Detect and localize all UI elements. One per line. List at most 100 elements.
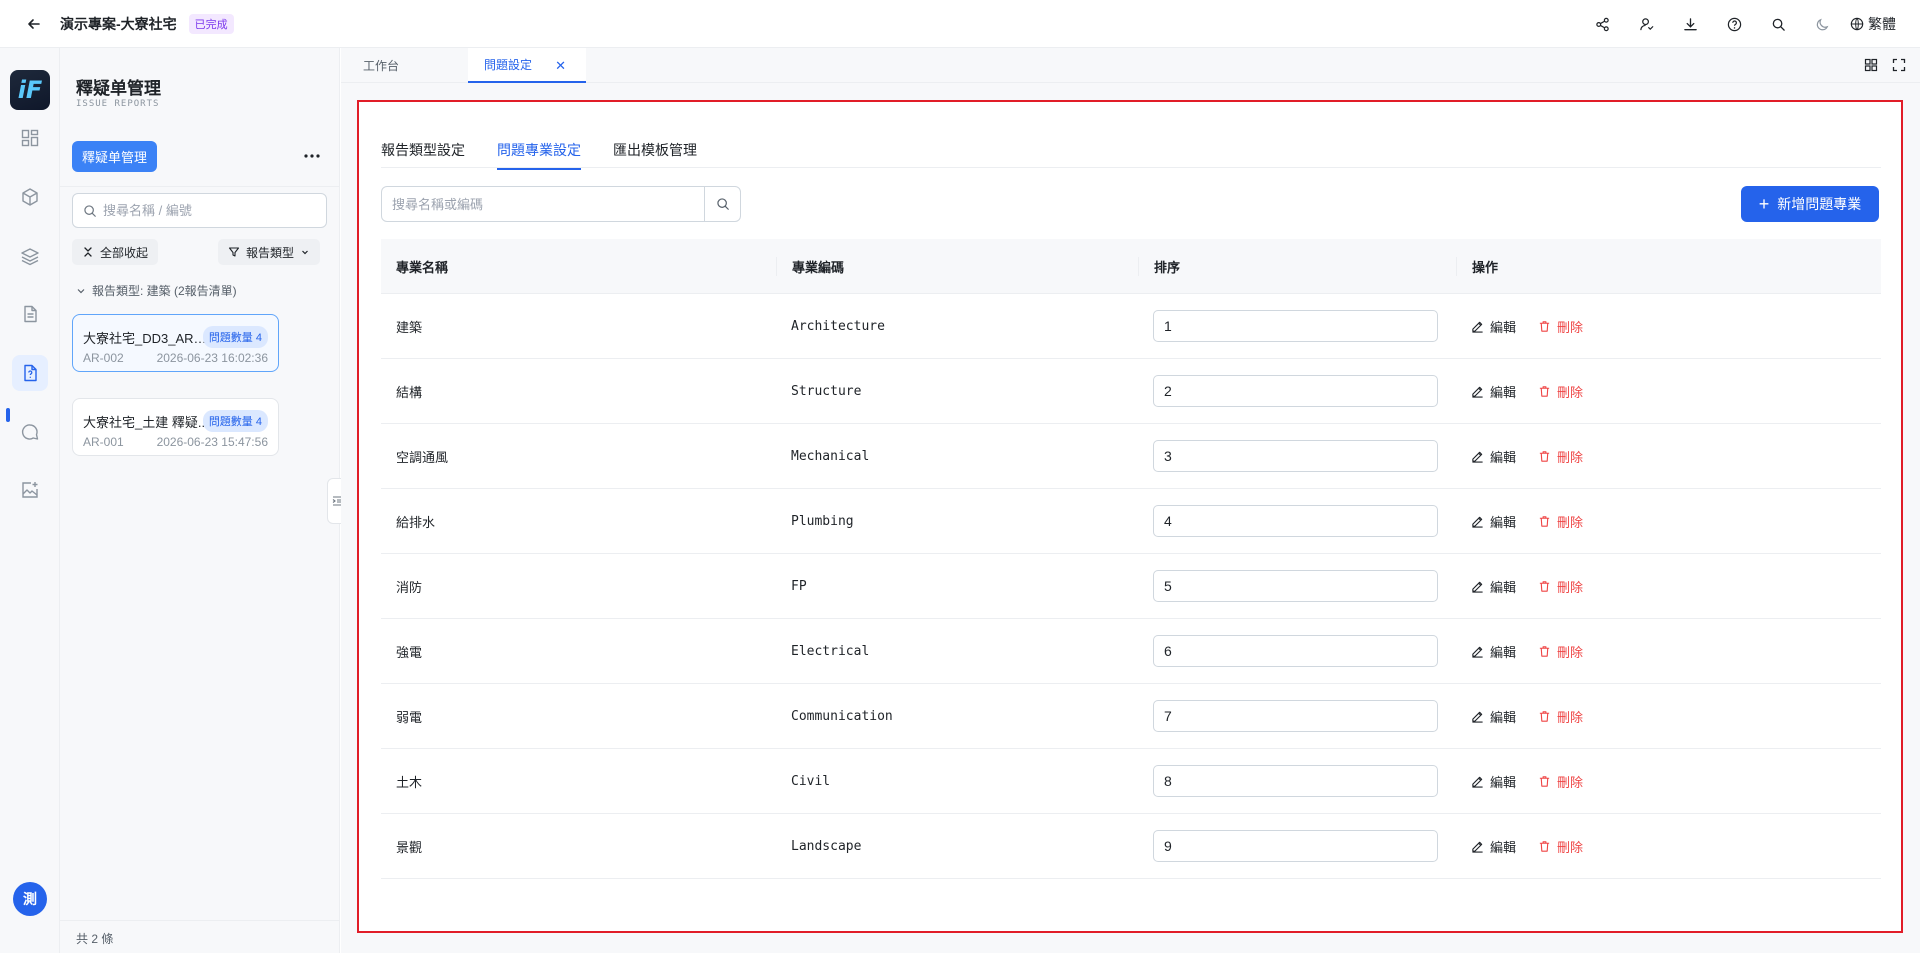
report-group-header[interactable]: 報告類型: 建築 (2報告清單) [76, 282, 237, 299]
sort-order-input[interactable] [1153, 570, 1438, 602]
sort-order-input[interactable] [1153, 440, 1438, 472]
report-card[interactable]: 大寮社宅_DD3_AR_E... 問題數量 4 AR-002 2026-06-2… [72, 314, 279, 372]
issue-report-icon[interactable] [12, 355, 48, 391]
delete-label: 刪除 [1557, 319, 1584, 335]
app-logo[interactable]: iF [10, 70, 50, 110]
delete-button[interactable]: 刪除 [1538, 772, 1583, 791]
tab-export-template[interactable]: 匯出模板管理 [613, 140, 697, 168]
sort-order-input[interactable] [1153, 700, 1438, 732]
help-icon[interactable] [1724, 14, 1744, 34]
edit-label: 編輯 [1490, 644, 1517, 660]
row-actions: 編輯 刪除 [1456, 707, 1881, 726]
search-icon [84, 204, 96, 217]
delete-button[interactable]: 刪除 [1538, 707, 1583, 726]
search-button[interactable] [704, 187, 740, 221]
sort-order-input[interactable] [1153, 765, 1438, 797]
row-actions: 編輯 刪除 [1456, 577, 1881, 596]
search-icon[interactable] [1768, 14, 1788, 34]
report-type-filter[interactable]: 報告類型 [218, 239, 321, 265]
delete-button[interactable]: 刪除 [1538, 512, 1583, 531]
edit-button[interactable]: 編輯 [1471, 577, 1516, 596]
edit-button[interactable]: 編輯 [1471, 642, 1516, 661]
model-cube-icon[interactable] [12, 179, 48, 215]
tab-issue-settings[interactable]: 問題設定 ✕ [468, 48, 586, 83]
add-discipline-button[interactable]: + 新增問題專業 [1741, 186, 1879, 222]
dashboard-icon[interactable] [12, 120, 48, 156]
split-view-icon[interactable] [1862, 56, 1880, 74]
tab-workbench[interactable]: 工作台 [341, 48, 468, 83]
back-arrow-icon[interactable] [24, 14, 44, 34]
trash-icon [1539, 450, 1550, 462]
delete-button[interactable]: 刪除 [1538, 837, 1583, 856]
row-actions: 編輯 刪除 [1456, 317, 1881, 336]
trash-icon [1539, 385, 1550, 397]
issue-report-manage-button[interactable]: 釋疑单管理 [72, 141, 157, 172]
comment-icon[interactable] [12, 414, 48, 450]
sort-order-input[interactable] [1153, 830, 1438, 862]
tab-discipline-settings[interactable]: 問題專業設定 [497, 140, 581, 170]
trash-icon [1539, 515, 1550, 527]
sort-order-input[interactable] [1153, 635, 1438, 667]
discipline-name: 弱電 [396, 709, 423, 725]
delete-label: 刪除 [1557, 839, 1584, 855]
card-code: AR-001 [83, 435, 124, 449]
table-row: 空調通風 Mechanical 編輯 刪除 [381, 424, 1881, 489]
sort-order-input[interactable] [1153, 375, 1438, 407]
fullscreen-icon[interactable] [1890, 56, 1908, 74]
dark-mode-icon[interactable] [1812, 14, 1832, 34]
edit-icon [1472, 581, 1483, 593]
discipline-name: 消防 [396, 579, 423, 595]
delete-button[interactable]: 刪除 [1538, 642, 1583, 661]
row-actions: 編輯 刪除 [1456, 837, 1881, 856]
status-badge: 已完成 [188, 13, 234, 34]
edit-label: 編輯 [1490, 774, 1517, 790]
more-icon[interactable] [300, 146, 324, 166]
tab-report-type-settings[interactable]: 報告類型設定 [381, 140, 465, 168]
chevron-down-icon [302, 250, 308, 255]
sort-order-input[interactable] [1153, 505, 1438, 537]
filter-label: 報告類型 [246, 245, 295, 260]
sidebar-search-input[interactable] [103, 203, 303, 218]
card-code: AR-002 [83, 351, 124, 365]
total-count: 共 2 條 [76, 932, 114, 946]
project-title: 演示專案-大寮社宅 [60, 15, 177, 32]
edit-button[interactable]: 編輯 [1471, 707, 1516, 726]
col-actions: 操作 [1456, 256, 1881, 276]
edit-icon [1472, 711, 1483, 723]
edit-button[interactable]: 編輯 [1471, 382, 1516, 401]
layers-icon[interactable] [12, 238, 48, 274]
discipline-search-input[interactable] [382, 196, 704, 212]
share-icon[interactable] [1592, 14, 1612, 34]
delete-label: 刪除 [1557, 579, 1584, 595]
collapse-all-button[interactable]: 全部收起 [72, 239, 159, 265]
edit-button[interactable]: 編輯 [1471, 317, 1516, 336]
delete-button[interactable]: 刪除 [1538, 317, 1583, 336]
delete-button[interactable]: 刪除 [1538, 577, 1583, 596]
discipline-code: Electrical [791, 643, 870, 659]
delete-label: 刪除 [1557, 384, 1584, 400]
edit-button[interactable]: 編輯 [1471, 447, 1516, 466]
discipline-name: 給排水 [396, 514, 436, 530]
divider [60, 920, 339, 921]
avatar[interactable]: 測 [13, 882, 47, 916]
delete-label: 刪除 [1557, 709, 1584, 725]
delete-label: 刪除 [1557, 644, 1584, 660]
issue-settings-panel: 報告類型設定 問題專業設定 匯出模板管理 + 新增問題專業 專業名稱 專業編碼 … [357, 100, 1903, 933]
report-card[interactable]: 大寮社宅_土建 釋疑... 問題數量 4 AR-001 2026-06-23 1… [72, 398, 279, 456]
document-icon[interactable] [12, 296, 48, 332]
edit-button[interactable]: 編輯 [1471, 772, 1516, 791]
delete-button[interactable]: 刪除 [1538, 382, 1583, 401]
language-switch[interactable]: 繁體 [1850, 14, 1896, 34]
edit-button[interactable]: 編輯 [1471, 837, 1516, 856]
download-icon[interactable] [1680, 14, 1700, 34]
edit-button[interactable]: 編輯 [1471, 512, 1516, 531]
edit-label: 編輯 [1490, 839, 1517, 855]
table-row: 強電 Electrical 編輯 刪除 [381, 619, 1881, 684]
user-switch-icon[interactable] [1636, 14, 1656, 34]
table-row: 消防 FP 編輯 刪除 [381, 554, 1881, 619]
sort-order-input[interactable] [1153, 310, 1438, 342]
delete-button[interactable]: 刪除 [1538, 447, 1583, 466]
close-icon[interactable]: ✕ [555, 58, 566, 74]
image-add-icon[interactable] [12, 472, 48, 508]
delete-label: 刪除 [1557, 514, 1584, 530]
